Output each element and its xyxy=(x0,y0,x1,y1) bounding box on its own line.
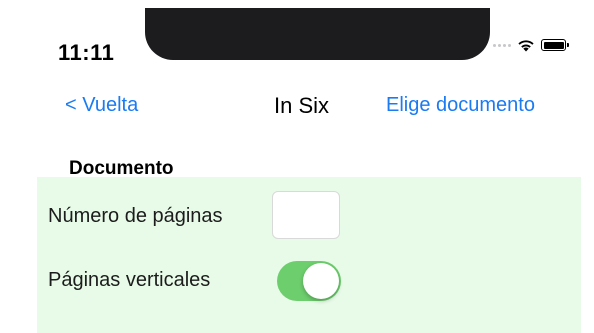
nav-title: In Six xyxy=(274,93,330,118)
section-header: Documento xyxy=(69,158,174,179)
battery-icon xyxy=(541,39,569,51)
wifi-icon xyxy=(518,40,534,52)
vertical-pages-toggle[interactable] xyxy=(277,261,341,301)
back-button[interactable]: < Vuelta xyxy=(65,94,138,117)
choose-document-button[interactable]: Elige documento xyxy=(386,94,535,117)
phone-screen: 11:11 < Vuelta In Six Elige documento Nú… xyxy=(10,8,594,333)
cellular-signal-icon xyxy=(493,43,511,47)
pages-count-label: Número de páginas xyxy=(48,205,223,227)
status-icons xyxy=(493,38,569,52)
pages-count-input[interactable] xyxy=(272,191,340,239)
status-time: 11:11 xyxy=(58,40,115,65)
vertical-pages-label: Páginas verticales xyxy=(48,269,211,291)
document-settings-panel: Número de páginas Páginas verticales xyxy=(37,177,581,333)
toggle-knob xyxy=(303,263,339,299)
device-notch xyxy=(145,8,490,60)
